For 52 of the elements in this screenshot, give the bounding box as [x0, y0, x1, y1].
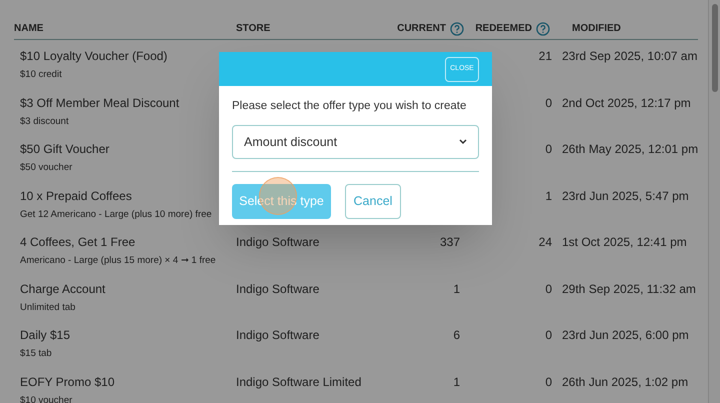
current-count: 337 [440, 235, 460, 249]
modified-date: 26th Jun 2025, 1:02 pm [562, 374, 688, 388]
modified-date: 2nd Oct 2025, 12:17 pm [562, 96, 691, 110]
modified-date: 23rd Jun 2025, 6:00 pm [562, 328, 689, 342]
offer-detail: $10 voucher [20, 394, 72, 403]
redeemed-count: 0 [545, 142, 552, 156]
redeemed-count: 24 [538, 235, 552, 249]
store-cell: Indigo Software Limited [236, 374, 362, 388]
store-cell: Indigo Software [236, 282, 320, 296]
offer-name[interactable]: $10 Loyalty Voucher (Food) [20, 47, 168, 65]
offer-detail: $15 tab [20, 347, 52, 361]
column-header[interactable]: MODIFIED [572, 21, 621, 36]
offer-detail: Americano - Large (plus 15 more) × 4 ➞ 1 free [20, 254, 216, 268]
redeemed-count: 0 [545, 96, 552, 110]
offer-detail: $10 credit [20, 68, 62, 82]
modified-date: 23rd Jun 2025, 5:47 pm [562, 188, 689, 202]
help-icon[interactable] [536, 22, 550, 36]
offer-detail: $3 discount [20, 114, 69, 128]
offer-name[interactable]: $50 Gift Voucher [20, 140, 110, 158]
redeemed-count: 1 [545, 188, 552, 202]
column-header[interactable]: STORE [236, 21, 270, 36]
scrollbar-thumb[interactable] [712, 4, 718, 92]
modified-date: 1st Oct 2025, 12:41 pm [562, 235, 687, 249]
current-count: 6 [453, 328, 460, 342]
offer-name[interactable]: Daily $15 [20, 326, 70, 344]
offer-detail: $50 voucher [20, 161, 72, 175]
offer-name[interactable]: EOFY Promo $10 [20, 372, 114, 390]
store-cell: Indigo Software [236, 235, 320, 249]
chevron-down-icon [459, 139, 467, 146]
current-count: 1 [453, 282, 460, 296]
column-header[interactable]: CURRENT [397, 21, 446, 36]
redeemed-count: 0 [545, 282, 552, 296]
current-count: 1 [453, 374, 460, 388]
offer-name[interactable]: 4 Coffees, Get 1 Free [20, 233, 136, 251]
redeemed-count: 0 [545, 328, 552, 342]
modified-date: 26th May 2025, 12:01 pm [562, 142, 698, 156]
redeemed-count: 21 [538, 49, 552, 63]
scrollbar[interactable] [708, 0, 720, 403]
offer-name[interactable]: $3 Off Member Meal Discount [20, 94, 180, 112]
modified-date: 29th Sep 2025, 11:32 am [562, 282, 696, 296]
offer-name[interactable]: Charge Account [20, 280, 106, 298]
prompt-text: Please select the offer type you wish to create [232, 99, 468, 114]
offer-name[interactable]: 10 x Prepaid Coffees [20, 186, 132, 204]
offer-detail: Get 12 Americano - Large (plus 10 more) free [20, 208, 212, 222]
help-icon[interactable] [450, 22, 464, 36]
modified-date: 23rd Sep 2025, 10:07 am [562, 49, 698, 63]
offer-detail: Unlimited tab [20, 300, 76, 314]
column-header[interactable]: NAME [14, 21, 44, 36]
offer-type-select[interactable]: Amount discount [232, 125, 479, 160]
store-cell: Indigo Software [236, 328, 320, 342]
redeemed-count: 0 [545, 374, 552, 388]
column-header[interactable]: REDEEMED [475, 21, 532, 36]
